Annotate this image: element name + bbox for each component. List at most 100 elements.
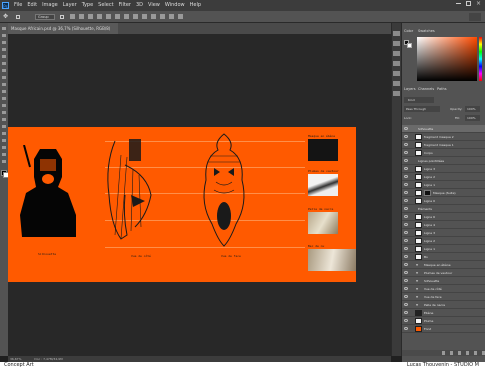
show-transform-checkbox[interactable] (60, 15, 64, 19)
layers-tab[interactable]: Layers (404, 86, 416, 92)
distribute-top-icon[interactable] (124, 14, 129, 19)
visibility-icon[interactable] (404, 303, 408, 306)
menu-edit[interactable]: Edit (27, 0, 37, 11)
layer-row[interactable]: fragment masque 1 (402, 141, 485, 149)
layer-row[interactable]: Bo (402, 253, 485, 261)
visibility-icon[interactable] (404, 135, 408, 138)
brush-tool-icon[interactable] (2, 76, 6, 79)
layer-row[interactable]: fragment masque 2 (402, 133, 485, 141)
align-center-icon[interactable] (106, 14, 111, 19)
color-picker-field[interactable] (417, 37, 477, 81)
menu-file[interactable]: File (14, 0, 22, 11)
distribute-left-icon[interactable] (151, 14, 156, 19)
pen-tool-icon[interactable] (2, 125, 6, 128)
zoom-level[interactable]: 36,67% (10, 357, 21, 361)
menu-window[interactable]: Window (165, 0, 185, 11)
layer-kind-filter[interactable]: Kind (404, 97, 434, 103)
visibility-icon[interactable] (404, 167, 408, 170)
menu-image[interactable]: Image (42, 0, 58, 11)
quick-select-tool-icon[interactable] (2, 48, 6, 51)
link-layers-icon[interactable] (442, 351, 445, 355)
minimize-icon[interactable] (456, 3, 461, 4)
new-group-icon[interactable] (466, 351, 469, 355)
visibility-icon[interactable] (404, 223, 408, 226)
layer-row[interactable]: Ligne 3 (402, 229, 485, 237)
distribute-bottom-icon[interactable] (142, 14, 147, 19)
layer-row[interactable]: Silhouette (402, 125, 485, 133)
menu-view[interactable]: View (148, 0, 160, 11)
visibility-icon[interactable] (404, 311, 408, 314)
visibility-icon[interactable] (404, 143, 408, 146)
marquee-tool-icon[interactable] (2, 34, 6, 37)
brush-settings-icon[interactable] (393, 71, 400, 76)
menu-layer[interactable]: Layer (63, 0, 77, 11)
distribute-center-icon[interactable] (160, 14, 165, 19)
crop-tool-icon[interactable] (2, 55, 6, 58)
visibility-icon[interactable] (404, 183, 408, 186)
align-middle-icon[interactable] (79, 14, 84, 19)
menu-type[interactable]: Type (82, 0, 93, 11)
distribute-middle-icon[interactable] (133, 14, 138, 19)
layer-row[interactable]: Ébène (402, 309, 485, 317)
zoom-tool-icon[interactable] (2, 160, 6, 163)
visibility-icon[interactable] (404, 279, 408, 282)
layer-row[interactable]: T Pelle de nacre (402, 301, 485, 309)
visibility-icon[interactable] (404, 239, 408, 242)
fill-field[interactable]: 100% (465, 115, 480, 121)
visibility-icon[interactable] (404, 159, 408, 162)
align-bottom-icon[interactable] (88, 14, 93, 19)
opacity-field[interactable]: 100% (465, 106, 480, 112)
layer-row[interactable]: Ligne 0 (402, 197, 485, 205)
layer-row[interactable]: Ligne 6 (402, 213, 485, 221)
shape-tool-icon[interactable] (2, 146, 6, 149)
align-left-icon[interactable] (97, 14, 102, 19)
clone-stamp-tool-icon[interactable] (2, 83, 6, 86)
layer-row[interactable]: Éléments (402, 205, 485, 213)
healing-tool-icon[interactable] (2, 69, 6, 72)
move-tool-icon[interactable]: ✥ (3, 13, 11, 21)
visibility-icon[interactable] (404, 151, 408, 154)
menu-filter[interactable]: Filter (119, 0, 131, 11)
layer-row[interactable]: Ligne 1 (402, 181, 485, 189)
history-icon[interactable] (393, 31, 400, 36)
visibility-icon[interactable] (404, 231, 408, 234)
auto-select-checkbox[interactable] (16, 15, 20, 19)
layer-row[interactable]: Ligne 3 (402, 165, 485, 173)
distribute-right-icon[interactable] (169, 14, 174, 19)
menu-help[interactable]: Help (190, 0, 201, 11)
close-window-icon[interactable]: × (476, 0, 481, 8)
layer-row[interactable]: T Silhouette (402, 277, 485, 285)
gradient-tool-icon[interactable] (2, 104, 6, 107)
artboard[interactable]: Silhouette Vue de côté Vue de face Masqu… (8, 127, 356, 282)
layer-row[interactable]: Ligne 2 (402, 173, 485, 181)
visibility-icon[interactable] (404, 175, 408, 178)
blur-tool-icon[interactable] (2, 111, 6, 114)
layer-row[interactable]: T Masque en ébène (402, 261, 485, 269)
menu-3d[interactable]: 3D (136, 0, 143, 11)
blend-mode-dropdown[interactable]: Pass Through (404, 106, 440, 112)
channels-tab[interactable]: Channels (418, 86, 434, 92)
layer-row[interactable]: T Vue de face (402, 293, 485, 301)
workspace-switcher[interactable] (469, 13, 481, 21)
eyedropper-tool-icon[interactable] (2, 62, 6, 65)
move-tool-icon[interactable] (2, 27, 6, 30)
menu-select[interactable]: Select (98, 0, 113, 11)
align-right-icon[interactable] (115, 14, 120, 19)
layer-row[interactable]: Ligne 4 (402, 221, 485, 229)
layer-row[interactable]: Lignes pointillées (402, 157, 485, 165)
paragraph-icon[interactable] (393, 61, 400, 66)
layer-row[interactable]: Ligne 2 (402, 237, 485, 245)
visibility-icon[interactable] (404, 255, 408, 258)
visibility-icon[interactable] (404, 271, 408, 274)
layer-row[interactable]: Masque (Suite) (402, 189, 485, 197)
auto-select-dropdown[interactable]: Group (35, 14, 55, 20)
visibility-icon[interactable] (404, 207, 408, 210)
eraser-tool-icon[interactable] (2, 97, 6, 100)
layer-row[interactable]: T Vue de côté (402, 285, 485, 293)
history-brush-tool-icon[interactable] (2, 90, 6, 93)
styles-icon[interactable] (393, 91, 400, 96)
properties-icon[interactable] (393, 41, 400, 46)
dodge-tool-icon[interactable] (2, 118, 6, 121)
color-tab[interactable]: Color (404, 28, 413, 34)
visibility-icon[interactable] (404, 263, 408, 266)
